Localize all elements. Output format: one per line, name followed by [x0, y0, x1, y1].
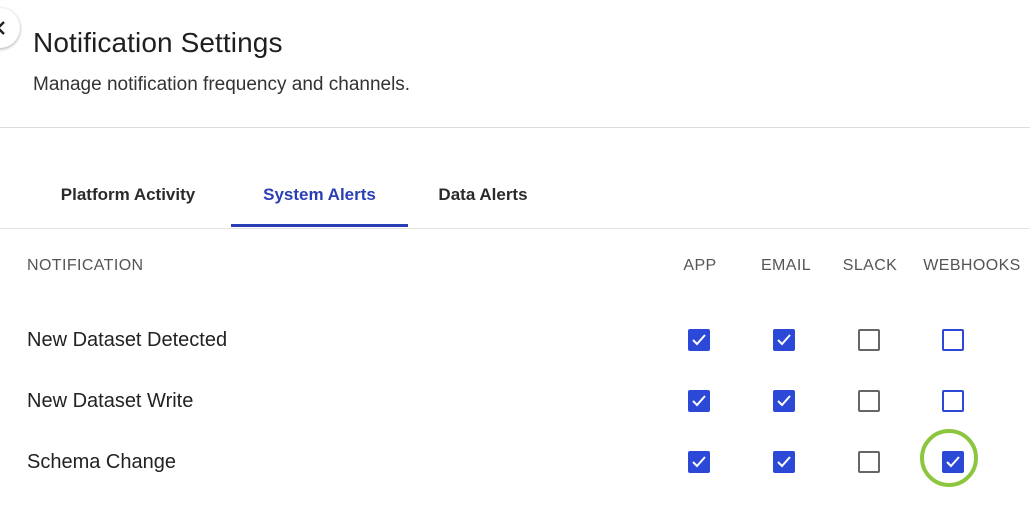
- page-header: Notification Settings Manage notificatio…: [0, 0, 1030, 128]
- app-checkbox[interactable]: [688, 390, 710, 412]
- column-header-notification: NOTIFICATION: [27, 257, 144, 274]
- checkmark-icon: [692, 395, 706, 407]
- tab-system-alerts[interactable]: System Alerts: [231, 163, 408, 227]
- row-label: Schema Change: [27, 451, 176, 473]
- tab-platform-activity[interactable]: Platform Activity: [35, 163, 221, 227]
- notification-settings-page: Notification Settings Manage notificatio…: [0, 0, 1030, 527]
- highlight-ring: [920, 429, 978, 487]
- page-subtitle: Manage notification frequency and channe…: [33, 74, 411, 95]
- column-header-app: APP: [683, 257, 717, 274]
- table-header: NOTIFICATION APP EMAIL SLACK WEBHOOKS: [0, 252, 1030, 282]
- column-header-webhooks: WEBHOOKS: [923, 257, 1021, 274]
- table-row: Schema Change: [0, 438, 1030, 488]
- table-row: New Dataset Detected: [0, 316, 1030, 366]
- column-header-slack: SLACK: [842, 257, 898, 274]
- row-label: New Dataset Detected: [27, 329, 228, 351]
- page-title: Notification Settings: [33, 27, 283, 58]
- checkmark-icon: [692, 334, 706, 346]
- slack-checkbox[interactable]: [858, 329, 880, 351]
- app-checkbox[interactable]: [688, 451, 710, 473]
- table-row: New Dataset Write: [0, 377, 1030, 427]
- email-checkbox[interactable]: [773, 451, 795, 473]
- tab-data-alerts[interactable]: Data Alerts: [418, 163, 548, 227]
- checkmark-icon: [777, 456, 791, 468]
- slack-checkbox[interactable]: [858, 451, 880, 473]
- webhooks-checkbox[interactable]: [942, 329, 964, 351]
- tab-bar: Platform Activity System Alerts Data Ale…: [0, 163, 1030, 229]
- app-checkbox[interactable]: [688, 329, 710, 351]
- email-checkbox[interactable]: [773, 390, 795, 412]
- checkmark-icon: [692, 456, 706, 468]
- webhooks-checkbox[interactable]: [942, 390, 964, 412]
- column-header-email: EMAIL: [760, 257, 811, 274]
- email-checkbox[interactable]: [773, 329, 795, 351]
- checkmark-icon: [777, 395, 791, 407]
- row-label: New Dataset Write: [27, 390, 194, 412]
- slack-checkbox[interactable]: [858, 390, 880, 412]
- checkmark-icon: [777, 334, 791, 346]
